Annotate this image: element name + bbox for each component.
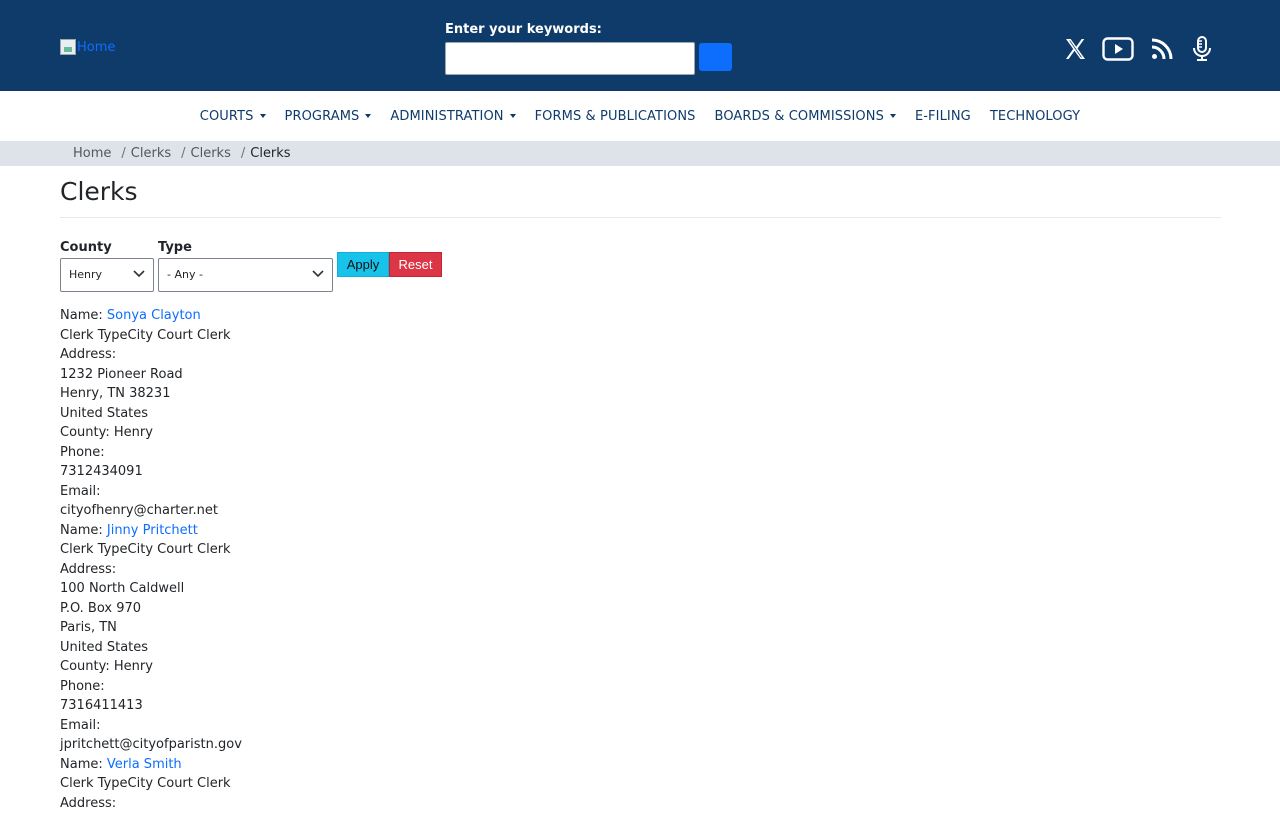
reset-button[interactable]: Reset	[389, 252, 442, 277]
clerk-name-link[interactable]: Sonya Clayton	[107, 308, 201, 323]
nav-courts[interactable]: COURTS	[200, 109, 266, 124]
clerk-county: County: Henry	[60, 423, 242, 443]
nav-technology[interactable]: TECHNOLOGY	[990, 109, 1080, 124]
home-logo-link[interactable]: Home	[60, 39, 115, 55]
type-select[interactable]: - Any -	[158, 258, 333, 292]
clerk-address-line: United States	[60, 638, 242, 658]
youtube-icon[interactable]	[1102, 34, 1134, 64]
clerk-phone: 7312434091	[60, 462, 242, 482]
site-header: Home Enter your keywords:	[0, 0, 1280, 91]
caret-down-icon	[365, 114, 371, 118]
clerk-address-line: P.O. Box 970	[60, 599, 242, 619]
broken-image-icon	[60, 39, 76, 55]
search-button[interactable]	[699, 43, 732, 71]
clerk-name: Name: Jinny Pritchett	[60, 521, 242, 541]
nav-boards-commissions[interactable]: BOARDS & COMMISSIONS	[715, 109, 896, 124]
clerk-name: Name: Verla Smith	[60, 755, 242, 775]
clerk-phone-label: Phone:	[60, 677, 242, 697]
clerk-address-line: 1232 Pioneer Road	[60, 365, 242, 385]
clerk-address-line: Paris, TN	[60, 618, 242, 638]
title-divider	[60, 217, 1221, 218]
nav-e-filing[interactable]: E-FILING	[915, 109, 971, 124]
clerk-address-line: Henry, TN 38231	[60, 384, 242, 404]
nav-administration[interactable]: ADMINISTRATION	[390, 109, 515, 124]
clerk-type: Clerk TypeCity Court Clerk	[60, 540, 242, 560]
search-input[interactable]	[445, 42, 695, 75]
clerk-address-label: Address:	[60, 560, 242, 580]
breadcrumb-current: Clerks	[250, 146, 290, 161]
clerk-name-link[interactable]: Jinny Pritchett	[107, 523, 198, 538]
logo-alt-text: Home	[77, 40, 115, 55]
clerk-type: Clerk TypeCity Court Clerk	[60, 774, 242, 794]
x-icon[interactable]	[1059, 34, 1091, 64]
page-title: Clerks	[60, 177, 138, 206]
clerk-phone: 7316411413	[60, 696, 242, 716]
county-select-value: Henry	[69, 268, 102, 281]
search-label: Enter your keywords:	[445, 22, 602, 37]
clerk-address-label: Address:	[60, 794, 242, 813]
type-label: Type	[158, 240, 192, 255]
clerk-email: cityofhenry@charter.net	[60, 501, 242, 521]
breadcrumb-home[interactable]: Home	[73, 146, 111, 161]
caret-down-icon	[260, 114, 266, 118]
breadcrumb: Home / Clerks / Clerks / Clerks	[73, 146, 291, 161]
type-select-value: - Any -	[167, 268, 203, 281]
county-select[interactable]: Henry	[60, 258, 154, 292]
chevron-down-icon	[312, 270, 324, 278]
county-label: County	[60, 240, 112, 255]
caret-down-icon	[510, 114, 516, 118]
clerk-address-label: Address:	[60, 345, 242, 365]
apply-button[interactable]: Apply	[337, 252, 389, 277]
nav-forms-publications[interactable]: FORMS & PUBLICATIONS	[535, 109, 696, 124]
breadcrumb-clerks-2[interactable]: Clerks	[191, 146, 231, 161]
rss-icon[interactable]	[1146, 34, 1178, 64]
nav-programs[interactable]: PROGRAMS	[285, 109, 372, 124]
clerk-address-line: 100 North Caldwell	[60, 579, 242, 599]
clerk-email-label: Email:	[60, 716, 242, 736]
clerk-address-line: United States	[60, 404, 242, 424]
clerk-email-label: Email:	[60, 482, 242, 502]
clerk-email: jpritchett@cityofparistn.gov	[60, 735, 242, 755]
clerk-results: Name: Sonya ClaytonClerk TypeCity Court …	[60, 306, 242, 813]
clerk-county: County: Henry	[60, 657, 242, 677]
clerk-name-link[interactable]: Verla Smith	[107, 757, 182, 772]
caret-down-icon	[890, 114, 896, 118]
chevron-down-icon	[133, 270, 145, 278]
clerk-name: Name: Sonya Clayton	[60, 306, 242, 326]
clerk-type: Clerk TypeCity Court Clerk	[60, 326, 242, 346]
breadcrumb-bar: Home / Clerks / Clerks / Clerks	[0, 141, 1280, 166]
breadcrumb-clerks-1[interactable]: Clerks	[131, 146, 171, 161]
podcast-icon[interactable]	[1186, 34, 1218, 64]
main-nav: COURTS PROGRAMS ADMINISTRATION FORMS & P…	[0, 91, 1280, 141]
clerk-phone-label: Phone:	[60, 443, 242, 463]
